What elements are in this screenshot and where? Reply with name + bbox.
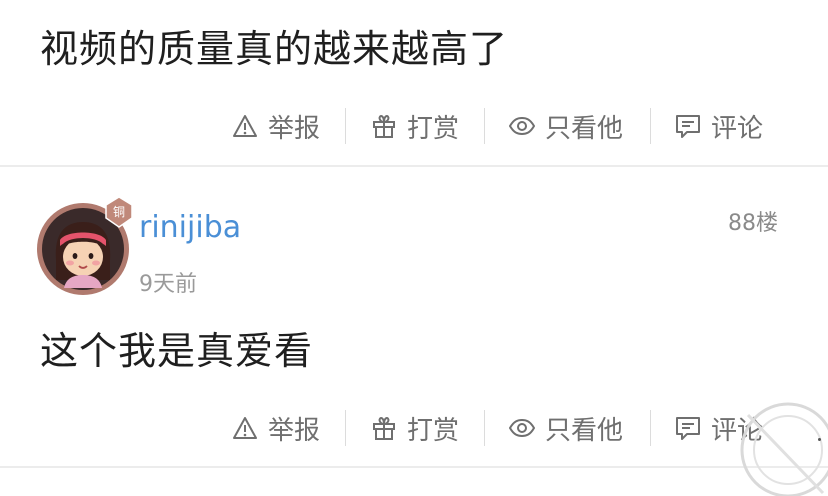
- post-content: 这个我是真爱看: [40, 329, 314, 373]
- reward-label: 打赏: [407, 113, 460, 144]
- comment-icon: [676, 417, 700, 440]
- only-view-label: 只看他: [545, 113, 624, 144]
- post-content: 视频的质量真的越来越高了: [40, 27, 509, 71]
- post-divider: [0, 466, 828, 468]
- separator: [484, 410, 485, 446]
- separator: [345, 108, 346, 144]
- gift-icon: [373, 114, 395, 138]
- post-divider: [0, 165, 828, 167]
- comment-icon: [676, 115, 700, 138]
- comment-label: 评论: [711, 415, 764, 446]
- reward-button[interactable]: 打赏: [371, 106, 459, 146]
- comment-label: 评论: [711, 113, 764, 144]
- reward-label: 打赏: [407, 415, 460, 446]
- report-button[interactable]: 举报: [232, 408, 320, 448]
- separator: [650, 410, 651, 446]
- warning-icon: [233, 417, 257, 439]
- rank-badge: 铜: [105, 196, 133, 228]
- post-actions: 举报 打赏 只看他 评论: [0, 408, 828, 448]
- comment-button[interactable]: 评论: [675, 408, 763, 448]
- separator: [484, 108, 485, 144]
- separator: [650, 108, 651, 144]
- report-label: 举报: [268, 113, 321, 144]
- separator: [345, 410, 346, 446]
- only-view-button[interactable]: 只看他: [509, 408, 623, 448]
- warning-icon: [233, 115, 257, 137]
- only-view-button[interactable]: 只看他: [509, 106, 623, 146]
- floor-number: 88楼: [728, 211, 778, 236]
- eye-icon: [509, 418, 535, 438]
- rank-badge-label: 铜: [113, 204, 125, 219]
- eye-icon: [509, 116, 535, 136]
- comment-button[interactable]: 评论: [675, 106, 763, 146]
- report-button[interactable]: 举报: [232, 106, 320, 146]
- report-label: 举报: [268, 415, 321, 446]
- post-time: 9天前: [139, 272, 197, 297]
- post-actions: 举报 打赏 只看他 评论: [0, 106, 828, 146]
- reward-button[interactable]: 打赏: [371, 408, 459, 448]
- username[interactable]: rinijiba: [139, 210, 241, 245]
- gift-icon: [373, 416, 395, 440]
- stray-dot: [818, 438, 821, 441]
- only-view-label: 只看他: [545, 415, 624, 446]
